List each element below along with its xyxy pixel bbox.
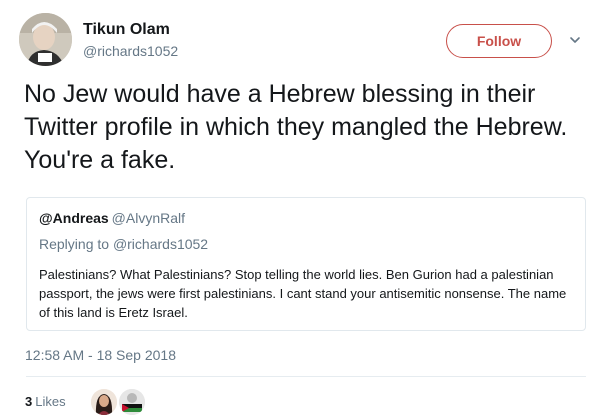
chevron-down-icon[interactable] — [568, 33, 582, 47]
author-display-name[interactable]: Tikun Olam — [83, 20, 178, 40]
quoted-tweet[interactable]: @Andreas @AlvynRalf Replying to @richards… — [26, 197, 586, 331]
quoted-tweet-text: Palestinians? What Palestinians? Stop te… — [39, 267, 567, 320]
author-avatar[interactable] — [19, 13, 72, 66]
replying-prefix: Replying to — [39, 236, 110, 252]
liker-avatar[interactable] — [91, 389, 117, 415]
author-info: Tikun Olam @richards1052 — [83, 20, 178, 61]
follow-button[interactable]: Follow — [446, 24, 552, 58]
quoted-author-name: @Andreas — [39, 210, 109, 226]
liker-avatar[interactable] — [119, 389, 145, 415]
author-handle[interactable]: @richards1052 — [83, 41, 178, 61]
quoted-tweet-header: @Andreas @AlvynRalf — [39, 209, 573, 227]
tweet-timestamp[interactable]: 12:58 AM - 18 Sep 2018 — [25, 347, 176, 363]
likes-count: 3 — [25, 394, 33, 409]
likes-label: Likes — [35, 394, 66, 409]
quoted-author-handle: @AlvynRalf — [111, 210, 186, 226]
likes-stat[interactable]: 3 Likes — [25, 394, 66, 409]
replying-to-handle[interactable]: @richards1052 — [113, 236, 208, 252]
tweet-header: Tikun Olam @richards1052 Follow — [19, 13, 599, 73]
quoted-replying-to: Replying to @richards1052 — [39, 235, 573, 253]
divider — [26, 376, 586, 377]
tweet-text: No Jew would have a Hebrew blessing in t… — [24, 80, 568, 174]
